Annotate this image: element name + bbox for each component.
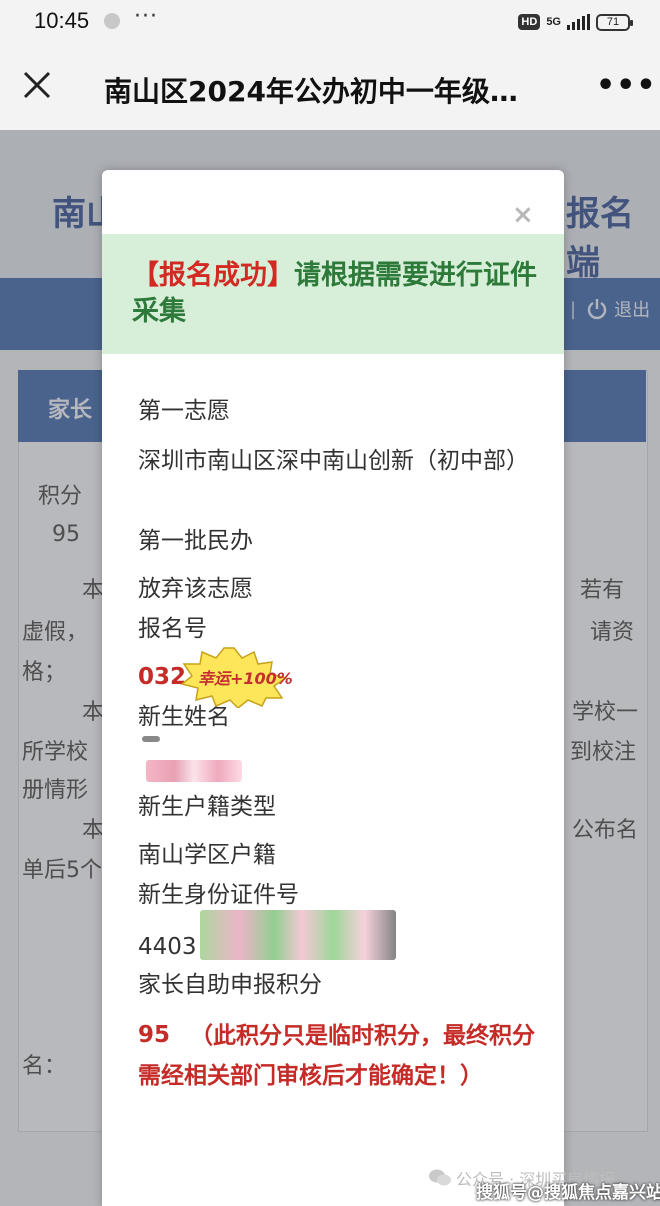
more-icon[interactable]: ••• bbox=[596, 68, 657, 103]
status-overflow-icon: ··· bbox=[134, 4, 158, 29]
id-number-value: 4403 bbox=[138, 934, 197, 960]
redacted-name-mark bbox=[142, 736, 160, 742]
hukou-type-value: 南山学区户籍 bbox=[138, 842, 276, 868]
status-bar: 10:45 ··· HD 5G 71 bbox=[0, 0, 660, 46]
wechat-icon bbox=[429, 1169, 451, 1186]
sticker-text: 幸运+100% bbox=[198, 669, 293, 688]
registration-success-modal: × 【报名成功】请根据需要进行证件采集 第一志愿 深圳市南山区深中南山创新（初中… bbox=[102, 170, 564, 1206]
page-title: 南山区2024年公办初中一年级… bbox=[104, 75, 518, 108]
status-indicators: HD 5G 71 bbox=[518, 10, 633, 34]
id-number-label: 新生身份证件号 bbox=[138, 882, 299, 908]
signal-icon bbox=[567, 14, 590, 30]
success-message: 【报名成功】请根据需要进行证件采集 bbox=[132, 258, 542, 330]
redacted-name bbox=[146, 760, 242, 782]
points-remark: （此积分只是临时积分，最终积分需经相关部门审核后才能确定！） bbox=[138, 1023, 535, 1089]
close-icon[interactable] bbox=[20, 68, 54, 102]
battery-icon: 71 bbox=[596, 13, 633, 31]
registration-number-label: 报名号 bbox=[138, 616, 207, 642]
network-type: 5G bbox=[546, 15, 561, 28]
lucky-sticker: 幸运+100% bbox=[176, 646, 293, 710]
school-value: 深圳市南山区深中南山创新（初中部） bbox=[138, 448, 529, 474]
hd-badge: HD bbox=[518, 14, 541, 30]
brand-watermark: 搜狐号@搜狐焦点嘉兴站 bbox=[476, 1183, 660, 1203]
success-tag: 【报名成功】 bbox=[132, 260, 294, 291]
hukou-type-label: 新生户籍类型 bbox=[138, 794, 276, 820]
nav-bar: 南山区2024年公办初中一年级… ••• bbox=[0, 46, 660, 130]
status-time: 10:45 bbox=[34, 8, 90, 33]
app-notification-icon bbox=[104, 13, 120, 29]
modal-close-button[interactable]: × bbox=[512, 200, 534, 230]
first-choice-label: 第一志愿 bbox=[138, 398, 230, 424]
redacted-id-number bbox=[200, 910, 396, 960]
self-reported-points-label: 家长自助申报积分 bbox=[138, 972, 322, 998]
batch-value: 第一批民办 bbox=[138, 528, 253, 554]
abandon-choice-link[interactable]: 放弃该志愿 bbox=[138, 570, 253, 608]
